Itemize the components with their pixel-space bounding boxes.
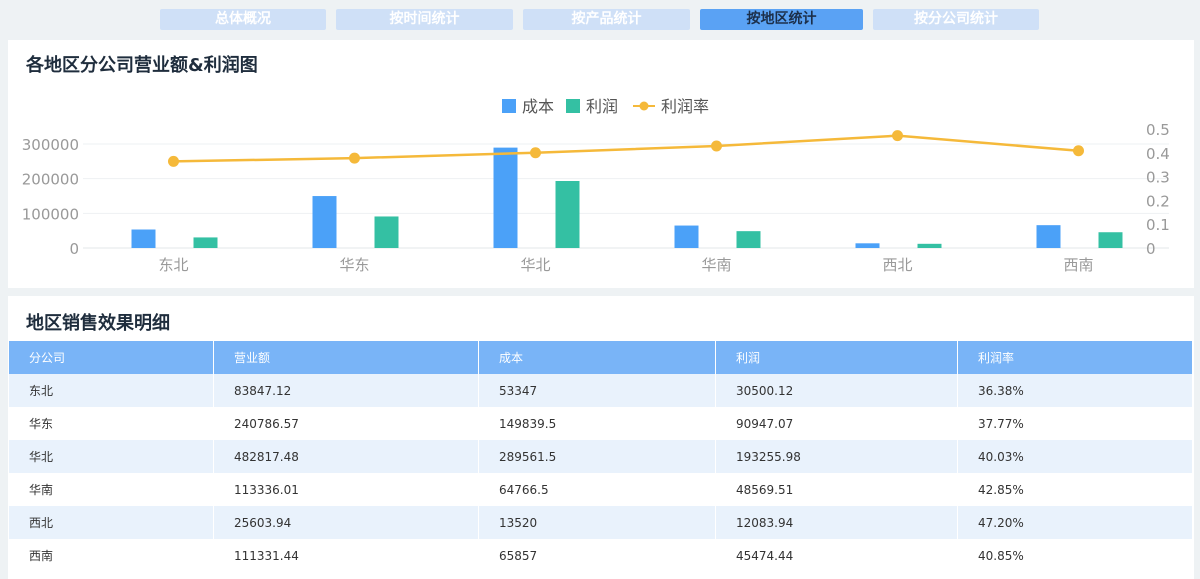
profit-bar xyxy=(193,237,218,248)
cell-rate: 37.77% xyxy=(957,407,1193,440)
cost-bar xyxy=(1036,225,1061,248)
header-branch[interactable]: 分公司 xyxy=(9,341,214,374)
cell-rate: 47.20% xyxy=(957,506,1193,539)
cell-rate: 42.85% xyxy=(957,473,1193,506)
profit-bar xyxy=(374,216,399,248)
cell-rate: 36.38% xyxy=(957,374,1193,407)
rate-point xyxy=(1073,145,1084,157)
cell-profit: 48569.51 xyxy=(715,473,958,506)
cost-bar xyxy=(131,229,156,248)
rate-point xyxy=(711,140,722,152)
tab-by-branch[interactable]: 按分公司统计 xyxy=(873,9,1039,30)
x-tick-label: 华北 xyxy=(520,256,550,274)
table-title: 地区销售效果明细 xyxy=(26,313,170,334)
tab-by-product[interactable]: 按产品统计 xyxy=(523,9,690,30)
rate-line xyxy=(173,134,1079,163)
rate-point xyxy=(892,130,903,142)
y-right-tick-label: 0.1 xyxy=(1146,216,1170,234)
table-row[interactable]: 西北 25603.94 13520 12083.94 47.20% xyxy=(9,506,1193,539)
cell-cost: 13520 xyxy=(478,506,716,539)
x-tick-label: 华东 xyxy=(339,256,369,274)
chart-panel: 各地区分公司营业额&利润图 0 100000 200000 300000 0 0.1 0.2… xyxy=(8,40,1194,288)
tab-by-time[interactable]: 按时间统计 xyxy=(336,9,513,30)
y-right-tick-label: 0.3 xyxy=(1146,169,1170,187)
cell-branch: 西南 xyxy=(9,539,214,572)
header-cost[interactable]: 成本 xyxy=(478,341,716,374)
table-row[interactable]: 西南 111331.44 65857 45474.44 40.85% xyxy=(9,539,1193,572)
cell-revenue: 240786.57 xyxy=(213,407,479,440)
cell-cost: 149839.5 xyxy=(478,407,716,440)
legend-rate-label: 利润率 xyxy=(661,97,709,116)
y-right-tick-label: 0 xyxy=(1146,240,1156,258)
cell-profit: 45474.44 xyxy=(715,539,958,572)
cell-branch: 东北 xyxy=(9,374,214,407)
table-panel: 地区销售效果明细 分公司 营业额 成本 利润 利润率 东北 83847.12 5… xyxy=(8,296,1194,579)
cell-cost: 64766.5 xyxy=(478,473,716,506)
table-row[interactable]: 华北 482817.48 289561.5 193255.98 40.03% xyxy=(9,440,1193,473)
cell-profit: 193255.98 xyxy=(715,440,958,473)
header-profit[interactable]: 利润 xyxy=(715,341,958,374)
cell-branch: 华北 xyxy=(9,440,214,473)
revenue-profit-chart: 0 100000 200000 300000 0 0.1 0.2 0.3 0.4 0.5 东北 华东 华… xyxy=(22,97,1170,274)
legend-rate-marker xyxy=(639,101,649,111)
cell-profit: 30500.12 xyxy=(715,374,958,407)
cell-cost: 65857 xyxy=(478,539,716,572)
cell-cost: 53347 xyxy=(478,374,716,407)
x-tick-label: 西南 xyxy=(1063,256,1093,274)
cost-bar xyxy=(493,147,518,248)
profit-bar xyxy=(917,243,942,248)
cell-revenue: 113336.01 xyxy=(213,473,479,506)
table-row[interactable]: 华东 240786.57 149839.5 90947.07 37.77% xyxy=(9,407,1193,440)
cell-revenue: 111331.44 xyxy=(213,539,479,572)
profit-bar xyxy=(555,181,580,248)
table-header-row: 分公司 营业额 成本 利润 利润率 xyxy=(9,341,1193,374)
legend-profit-label: 利润 xyxy=(586,97,618,116)
tab-overview[interactable]: 总体概况 xyxy=(160,9,326,30)
tab-bar: 总体概况 按时间统计 按产品统计 按地区统计 按分公司统计 xyxy=(0,9,1200,30)
cost-bar xyxy=(674,225,699,248)
header-revenue[interactable]: 营业额 xyxy=(213,341,479,374)
table-row[interactable]: 华南 113336.01 64766.5 48569.51 42.85% xyxy=(9,473,1193,506)
y-left-tick-label: 200000 xyxy=(22,171,79,189)
cell-profit: 12083.94 xyxy=(715,506,958,539)
cell-revenue: 83847.12 xyxy=(213,374,479,407)
cell-profit: 90947.07 xyxy=(715,407,958,440)
y-right-tick-label: 0.2 xyxy=(1146,192,1170,210)
cost-bar xyxy=(312,196,337,248)
y-right-tick-label: 0.5 xyxy=(1146,121,1170,139)
cell-cost: 289561.5 xyxy=(478,440,716,473)
profit-bar xyxy=(1098,232,1123,248)
cell-rate: 40.85% xyxy=(957,539,1193,572)
detail-table: 分公司 营业额 成本 利润 利润率 东北 83847.12 53347 3050… xyxy=(9,341,1193,572)
cell-revenue: 25603.94 xyxy=(213,506,479,539)
cell-rate: 40.03% xyxy=(957,440,1193,473)
cell-branch: 华南 xyxy=(9,473,214,506)
x-tick-label: 西北 xyxy=(882,256,912,274)
y-left-tick-label: 100000 xyxy=(22,205,79,223)
legend-profit-swatch xyxy=(566,99,580,113)
cell-branch: 西北 xyxy=(9,506,214,539)
profit-bar xyxy=(736,231,761,248)
rate-point xyxy=(168,155,179,167)
y-left-tick-label: 300000 xyxy=(22,136,79,154)
x-tick-label: 华南 xyxy=(701,256,731,274)
y-right-tick-label: 0.4 xyxy=(1146,145,1170,163)
rate-point xyxy=(349,152,360,164)
cell-revenue: 482817.48 xyxy=(213,440,479,473)
rate-point xyxy=(530,147,541,159)
legend-cost-label: 成本 xyxy=(522,97,554,116)
cell-branch: 华东 xyxy=(9,407,214,440)
y-left-tick-label: 0 xyxy=(69,240,79,258)
header-rate[interactable]: 利润率 xyxy=(957,341,1193,374)
tab-by-region[interactable]: 按地区统计 xyxy=(700,9,863,30)
legend-cost-swatch xyxy=(502,99,516,113)
cost-bar xyxy=(855,243,880,248)
table-row[interactable]: 东北 83847.12 53347 30500.12 36.38% xyxy=(9,374,1193,407)
x-tick-label: 东北 xyxy=(158,256,188,274)
